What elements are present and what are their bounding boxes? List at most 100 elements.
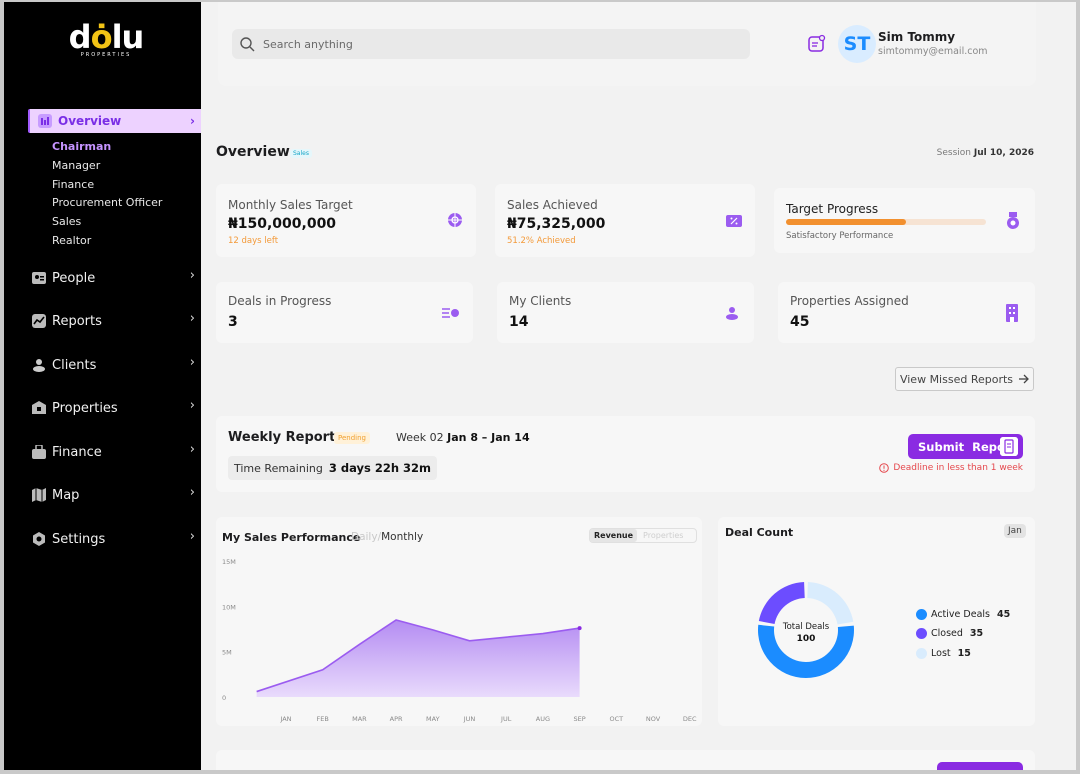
- donut-center-value: 100: [797, 634, 816, 644]
- sidebar-item-finance[interactable]: Finance ›: [32, 442, 197, 462]
- next-card-button[interactable]: [937, 762, 1023, 770]
- x-tick-label: MAY: [426, 715, 440, 723]
- legend-closed: Closed 35: [916, 628, 983, 639]
- x-tick-label: MAR: [352, 715, 367, 723]
- chevron-right-icon: ›: [189, 442, 195, 457]
- sales-achieved-card: Sales Achieved ₦75,325,000 51.2% Achieve…: [495, 184, 755, 257]
- alert-icon: [879, 463, 890, 473]
- session-date: Session Jul 10, 2026: [936, 148, 1034, 158]
- next-card: [216, 750, 1035, 770]
- sidebar-item-people[interactable]: People ›: [32, 268, 197, 288]
- deals-list-icon: [442, 308, 459, 318]
- weekly-report-card: Weekly Report Pending Week 02 Jan 8 – Ja…: [216, 416, 1035, 492]
- x-tick-label: SEP: [574, 715, 586, 723]
- sidebar-item-overview[interactable]: Overview ›: [28, 109, 201, 133]
- x-tick-label: OCT: [609, 715, 623, 723]
- x-tick-label: FEB: [317, 715, 329, 723]
- chevron-right-icon: ›: [190, 114, 195, 128]
- legend-active: Active Deals 45: [916, 609, 1010, 620]
- target-progress-card: Target Progress Satisfactory Performance: [774, 188, 1035, 253]
- sidebar-item-map[interactable]: Map ›: [32, 485, 197, 505]
- search-input[interactable]: Search anything: [232, 29, 750, 59]
- brand-logo: dȯlu PROPERTIES: [68, 18, 145, 58]
- data-point: [577, 626, 582, 631]
- sidebar: dȯlu PROPERTIES Overview › Chairman Mana…: [4, 2, 201, 770]
- time-remaining: Time Remaining 3 days 22h 32m: [228, 456, 437, 480]
- monthly-target-card: Monthly Sales Target ₦150,000,000 12 day…: [216, 184, 476, 257]
- clients-icon: [33, 359, 45, 372]
- y-tick-label: 15M: [222, 558, 236, 566]
- chevron-right-icon: ›: [189, 311, 195, 326]
- search-icon: [240, 36, 255, 51]
- x-tick-label: JAN: [279, 715, 291, 723]
- tab-properties[interactable]: Properties: [637, 529, 689, 542]
- chevron-right-icon: ›: [189, 529, 195, 544]
- x-tick-label: AUG: [536, 715, 550, 723]
- sales-area-chart: 15M 10M 5M 0 JAN FEB MAR APR MAY JUN JUL AUG SEP OCT N…: [222, 558, 697, 723]
- finance-icon: [32, 445, 46, 459]
- view-missed-reports-button[interactable]: View Missed Reports: [895, 367, 1034, 391]
- sidebar-item-settings[interactable]: Settings ›: [32, 529, 197, 549]
- slice-active: [758, 624, 854, 678]
- page-title: Overview: [216, 144, 290, 160]
- sidebar-item-reports[interactable]: Reports ›: [32, 311, 197, 331]
- x-tick-label: APR: [390, 715, 403, 723]
- properties-assigned-card: Properties Assigned 45: [778, 282, 1035, 343]
- deadline-warning: Deadline in less than 1 week: [879, 463, 1023, 473]
- deal-count-card: Deal Count Jan Total Deals 100 Active Dea…: [718, 517, 1035, 726]
- avatar[interactable]: ST: [838, 25, 876, 63]
- chevron-right-icon: ›: [189, 398, 195, 413]
- sidebar-subitem-chairman[interactable]: Chairman: [52, 140, 111, 153]
- x-tick-label: JUN: [463, 715, 476, 723]
- target-icon: [448, 213, 462, 227]
- metric-segmented-control[interactable]: Revenue Properties: [589, 528, 697, 543]
- sidebar-subitem-procurement[interactable]: Procurement Officer: [52, 196, 162, 209]
- user-name: Sim Tommy: [878, 30, 956, 44]
- legend-lost: Lost 15: [916, 648, 971, 659]
- arrow-right-icon: [1019, 374, 1029, 384]
- user-email: simtommy@email.com: [878, 46, 988, 57]
- chevron-right-icon: ›: [189, 268, 195, 283]
- status-badge: Pending: [334, 432, 370, 444]
- overview-icon: [38, 114, 52, 128]
- sidebar-subitem-finance[interactable]: Finance: [52, 178, 94, 191]
- submit-report-button[interactable]: Submit Report: [908, 434, 1023, 459]
- deals-in-progress-card: Deals in Progress 3: [216, 282, 473, 343]
- building-icon: [1006, 304, 1018, 322]
- properties-icon: [32, 401, 46, 414]
- sidebar-subitem-sales[interactable]: Sales: [52, 215, 81, 228]
- role-badge: Sales: [290, 149, 312, 158]
- reports-icon: [32, 314, 46, 328]
- client-icon: [726, 307, 738, 320]
- sidebar-subitem-manager[interactable]: Manager: [52, 159, 100, 172]
- notification-icon[interactable]: [808, 34, 826, 52]
- tab-revenue[interactable]: Revenue: [590, 529, 638, 542]
- y-tick-label: 5M: [222, 649, 232, 657]
- ticket-icon: [726, 215, 742, 227]
- settings-icon: [33, 532, 45, 546]
- sidebar-subitem-realtor[interactable]: Realtor: [52, 234, 91, 247]
- x-tick-label: JUL: [500, 715, 512, 723]
- slice-lost: [807, 582, 854, 625]
- people-icon: [32, 272, 46, 284]
- target-progress-bar: [786, 219, 986, 225]
- area-fill: [256, 619, 580, 697]
- sidebar-item-properties[interactable]: Properties ›: [32, 398, 197, 418]
- x-tick-label: NOV: [646, 715, 661, 723]
- chevron-right-icon: ›: [189, 485, 195, 500]
- medal-icon: [1007, 212, 1019, 229]
- my-clients-card: My Clients 14: [497, 282, 754, 343]
- month-selector[interactable]: Jan: [1004, 524, 1026, 538]
- map-icon: [32, 488, 46, 502]
- document-icon: [1000, 437, 1018, 456]
- slice-closed: [758, 582, 805, 624]
- x-tick-label: DEC: [683, 715, 697, 723]
- y-tick-label: 10M: [222, 603, 236, 611]
- sidebar-item-clients[interactable]: Clients ›: [32, 355, 197, 375]
- period-toggle[interactable]: Daily/Monthly: [351, 531, 423, 543]
- y-tick-label: 0: [222, 694, 226, 702]
- top-bar: Search anything ST Sim Tommy simtommy@em…: [218, 2, 1036, 86]
- app-frame: dȯlu PROPERTIES Overview › Chairman Mana…: [4, 2, 1076, 770]
- chevron-right-icon: ›: [189, 355, 195, 370]
- deal-donut-chart: Total Deals 100: [758, 582, 854, 678]
